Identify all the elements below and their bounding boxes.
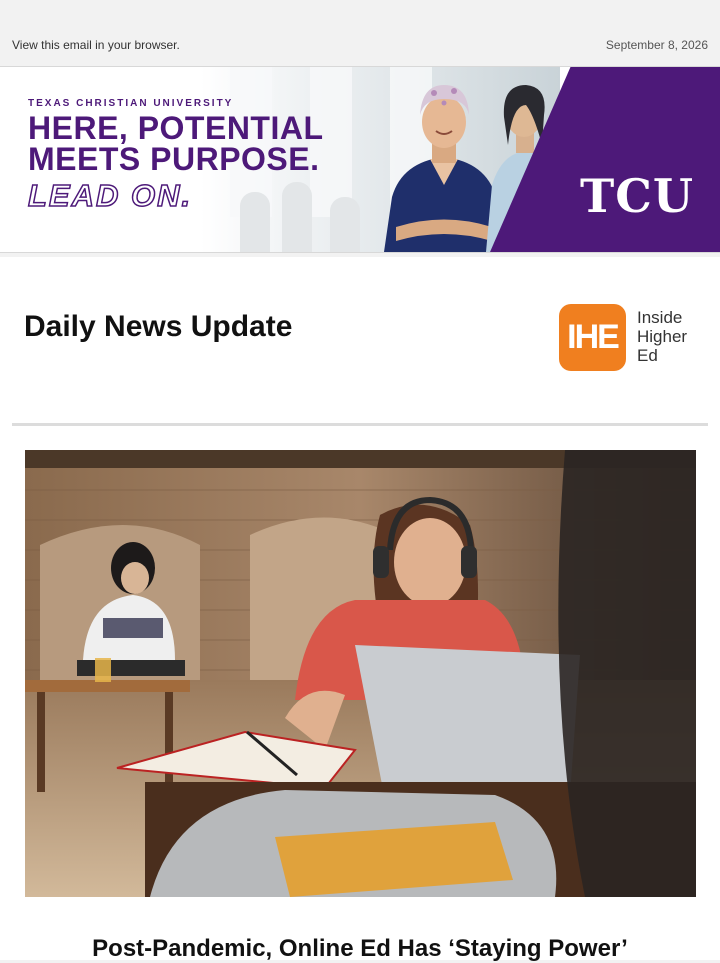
- section-divider: [12, 423, 708, 426]
- ihe-wordmark: Inside Higher Ed: [637, 308, 687, 365]
- email-date: September 8, 2026: [605, 38, 708, 52]
- wordmark-line: Inside: [637, 308, 683, 327]
- banner-headline-line2: MEETS PURPOSE.: [28, 141, 320, 177]
- article-headline[interactable]: Post-Pandemic, Online Ed Has ‘Staying Po…: [0, 935, 720, 963]
- banner-tagline: LEAD ON.: [27, 177, 193, 214]
- tcu-logo: TCU: [580, 169, 694, 223]
- article-hero-image[interactable]: [25, 450, 696, 897]
- wordmark-line: Higher: [637, 327, 688, 346]
- background-person: [282, 182, 312, 252]
- newsletter-title: Daily News Update: [24, 310, 293, 343]
- banner-eyebrow: TEXAS CHRISTIAN UNIVERSITY: [28, 98, 234, 109]
- background-person: [330, 197, 360, 252]
- newsletter-card: Daily News Update IHE Inside Higher Ed P…: [0, 257, 720, 963]
- banner-headline: HERE, POTENTIAL MEETS PURPOSE.: [28, 110, 324, 177]
- ihe-logo-mark: IHE: [559, 304, 626, 371]
- tcu-banner-ad[interactable]: TCU TEXAS CHRISTIAN UNIVERSITY HERE, POT…: [0, 66, 720, 253]
- ihe-logo[interactable]: IHE Inside Higher Ed: [559, 304, 699, 374]
- banner-headline-line1: HERE, POTENTIAL: [28, 110, 324, 146]
- wordmark-line: Ed: [637, 346, 658, 365]
- view-in-browser-link[interactable]: View this email in your browser.: [12, 38, 180, 52]
- preheader: View this email in your browser. Septemb…: [0, 0, 720, 66]
- background-person: [240, 192, 270, 252]
